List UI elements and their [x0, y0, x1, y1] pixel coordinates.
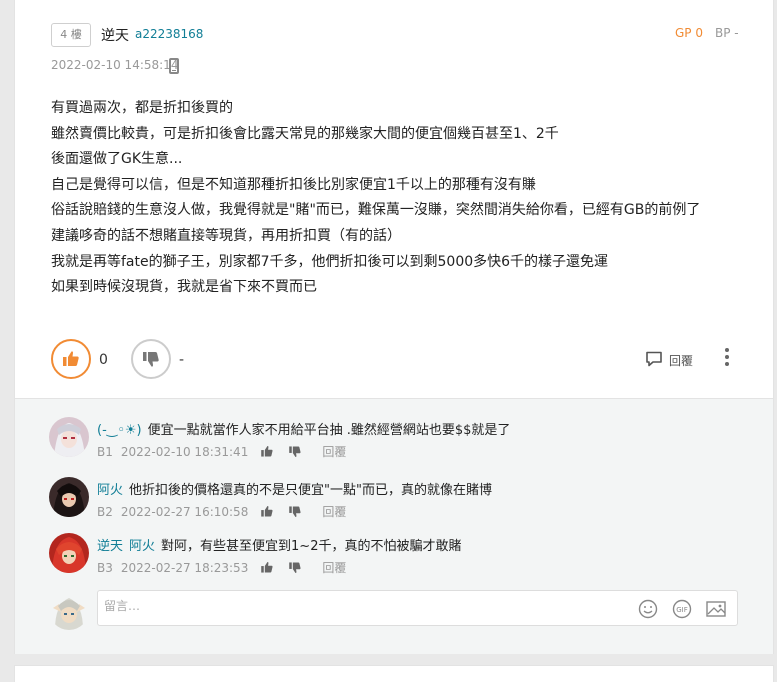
comment-item: 阿火 他折扣後的價格還真的不是只便宜"一點"而已，真的就像在賭博 B2 2022-0…: [49, 477, 749, 527]
svg-text:GIF: GIF: [676, 606, 688, 614]
comment-reply-link[interactable]: 回覆: [322, 561, 346, 575]
comment-item: (-‿◦☀) 便宜一點就當作人家不用給平台抽 .雖然經營網站也要$$就是了 B1 2…: [49, 417, 749, 467]
comment-icon: [646, 351, 662, 367]
comment-time: 2022-02-27 18:23:53: [120, 561, 249, 575]
comment-author[interactable]: 逆天: [97, 539, 123, 554]
thumbs-up-icon[interactable]: [260, 561, 274, 574]
more-menu-icon[interactable]: [725, 348, 729, 366]
next-post-card: [14, 665, 774, 682]
reply-input-row: GIF: [49, 590, 739, 630]
content-line: 建議哆奇的話不想賭直接等現貨，再用折扣買（有的話）: [51, 227, 401, 244]
comment-author[interactable]: (-‿◦☀): [97, 423, 142, 438]
post-datetime: 2022-02-10 14:58:14: [51, 58, 179, 72]
like-button[interactable]: [51, 339, 91, 379]
mobile-icon: [169, 58, 179, 74]
content-line: 俗話說賠錢的生意沒人做，我覺得就是"賭"而已，難保萬一沒賺，突然間消失給你看，已…: [51, 202, 701, 219]
floor-badge[interactable]: 4 樓: [51, 23, 91, 47]
post-card: 4 樓 逆天 a22238168 GP 0 BP - 2022-02-10 14…: [14, 0, 774, 654]
comment-text: 對阿，有些甚至便宜到1~2千，真的不怕被騙才敢賭: [161, 539, 462, 554]
comment-text: 他折扣後的價格還真的不是只便宜"一點"而已，真的就像在賭博: [129, 483, 492, 498]
bp-count[interactable]: BP -: [715, 26, 739, 40]
reply-label: 回覆: [669, 354, 694, 368]
user-id[interactable]: a22238168: [135, 27, 203, 41]
comment-time: 2022-02-10 18:31:41: [120, 445, 249, 459]
dislike-count: -: [179, 352, 185, 368]
dislike-button[interactable]: [131, 339, 171, 379]
comment-floor: B3: [97, 561, 113, 575]
username[interactable]: 逆天: [101, 25, 129, 45]
reply-input-box[interactable]: GIF: [97, 590, 738, 626]
post-content: 有買過兩次，都是折扣後買的 雖然賣價比較貴，可是折扣後會比露天常見的那幾家大間的…: [51, 96, 751, 301]
post-header: 4 樓 逆天 a22238168 GP 0 BP -: [51, 22, 773, 48]
comment-reply-link[interactable]: 回覆: [322, 445, 346, 459]
thumbs-down-icon: [143, 352, 159, 367]
thumbs-up-icon[interactable]: [260, 445, 274, 458]
image-icon[interactable]: [705, 599, 727, 619]
avatar[interactable]: [49, 417, 89, 457]
comment-text: 便宜一點就當作人家不用給平台抽 .雖然經營網站也要$$就是了: [147, 423, 511, 438]
avatar[interactable]: [49, 533, 89, 573]
comment-author[interactable]: 阿火: [97, 483, 123, 498]
content-line: 雖然賣價比較貴，可是折扣後會比露天常見的那幾家大間的便宜個幾百甚至1、2千: [51, 125, 559, 142]
content-line: 我就是再等fate的獅子王，別家都7千多，他們折扣後可以到剩5000多快6千的樣…: [51, 253, 609, 270]
comment-mention[interactable]: 阿火: [129, 539, 155, 554]
post-actions: 0 - 回覆: [51, 339, 751, 379]
content-line: 有買過兩次，都是折扣後買的: [51, 100, 233, 116]
comment-item: 逆天 阿火 對阿，有些甚至便宜到1~2千，真的不怕被騙才敢賭 B3 2022-02-2…: [49, 533, 749, 583]
comment-time: 2022-02-27 16:10:58: [120, 505, 249, 519]
like-count: 0: [99, 352, 108, 368]
thumbs-down-icon[interactable]: [288, 505, 302, 518]
gif-icon[interactable]: GIF: [671, 599, 693, 619]
comment-floor: B2: [97, 505, 113, 519]
thumbs-up-icon[interactable]: [260, 505, 274, 518]
avatar[interactable]: [49, 477, 89, 517]
comment-floor: B1: [97, 445, 113, 459]
gp-count[interactable]: GP 0: [675, 26, 703, 40]
current-user-avatar: [49, 590, 89, 630]
thumbs-down-icon[interactable]: [288, 445, 302, 458]
content-line: 後面還做了GK生意...: [51, 151, 183, 168]
thumbs-down-icon[interactable]: [288, 561, 302, 574]
reply-input[interactable]: [104, 599, 624, 613]
comment-section: (-‿◦☀) 便宜一點就當作人家不用給平台抽 .雖然經營網站也要$$就是了 B1 2…: [15, 398, 773, 654]
content-line: 自己是覺得可以信，但是不知道那種折扣後比別家便宜1千以上的那種有沒有賺: [51, 176, 536, 193]
comment-reply-link[interactable]: 回覆: [322, 505, 346, 519]
thumbs-up-icon: [63, 351, 79, 366]
content-line: 如果到時候沒現貨，我就是省下來不買而已: [51, 279, 317, 296]
emoji-icon[interactable]: [637, 599, 659, 619]
